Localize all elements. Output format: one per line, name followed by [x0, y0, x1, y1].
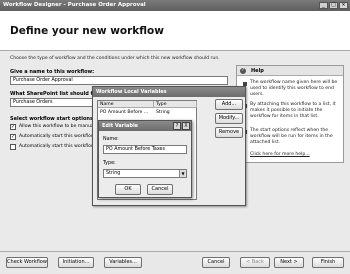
next-button[interactable]: Next >	[274, 257, 304, 268]
help-paragraph: By attaching this workflow to a list, it…	[250, 102, 336, 119]
option-label: Automatically start this workflow	[19, 144, 95, 149]
maximize-button[interactable]: □	[329, 2, 338, 9]
more-help-link[interactable]: Click here for more help...	[250, 152, 310, 157]
chevron-down-icon[interactable]: ▼	[179, 170, 186, 177]
name-label: Name:	[103, 137, 119, 142]
type-select[interactable]: String ▼	[103, 169, 187, 178]
list-select[interactable]: Purchase Orders	[10, 98, 94, 107]
workflow-name-input[interactable]: Purchase Order Approval	[10, 76, 228, 85]
option-checkbox[interactable]: ✓	[10, 124, 16, 130]
type-value: String	[106, 171, 121, 176]
start-options-label: Select workflow start options fo	[10, 116, 101, 122]
name-label: Give a name to this workflow:	[10, 69, 95, 75]
cancel-button[interactable]: Cancel	[202, 257, 230, 268]
option-checkbox[interactable]: ✓	[10, 134, 16, 140]
type-label: Type:	[103, 161, 116, 166]
dialog-title: Workflow Local Variables	[93, 87, 245, 97]
back-button[interactable]: < Back	[240, 257, 270, 268]
intro-text: Choose the type of workflow and the cond…	[10, 56, 220, 61]
ok-button[interactable]: OK	[115, 184, 141, 195]
initiation-button[interactable]: Initiation...	[58, 257, 94, 268]
modify-button[interactable]: Modify...	[215, 113, 243, 124]
close-button[interactable]: ×	[339, 2, 348, 9]
help-paragraph: The workflow name given here will be use…	[250, 80, 338, 97]
help-title: Help	[251, 68, 264, 74]
variable-name-cell[interactable]: PO Amount Before ...	[100, 110, 148, 115]
variables-button[interactable]: Variables...	[104, 257, 142, 268]
cancel-button[interactable]: Cancel	[147, 184, 173, 195]
variable-name-input[interactable]: PO Amount Before Taxes	[103, 145, 187, 154]
column-header-type[interactable]: Type	[154, 101, 197, 108]
remove-button[interactable]: Remove	[215, 127, 243, 138]
finish-button[interactable]: Finish	[312, 257, 344, 268]
help-header: Help	[237, 66, 343, 76]
window-controls: _ □ ×	[319, 2, 348, 9]
window-title: Workflow Designer - Purchase Order Appro…	[3, 2, 146, 8]
help-icon: ?	[240, 68, 246, 74]
help-button[interactable]: ?	[173, 122, 181, 130]
option-label: Automatically start this workflow	[19, 134, 95, 139]
help-paragraph: The start options reflect when the workf…	[250, 128, 333, 145]
variable-type-cell[interactable]: String	[156, 110, 170, 115]
column-header-name[interactable]: Name	[98, 101, 154, 108]
edit-variable-dialog: Edit Variable ? X Name: PO Amount Before…	[98, 120, 192, 198]
window-titlebar: Workflow Designer - Purchase Order Appro…	[0, 0, 350, 11]
check-workflow-button[interactable]: Check Workflow	[6, 257, 48, 268]
add-button[interactable]: Add...	[215, 99, 243, 110]
option-checkbox[interactable]	[10, 144, 16, 150]
help-pane: Help ? The workflow name given here will…	[236, 65, 344, 163]
close-icon[interactable]: X	[182, 122, 190, 130]
page-header: Define your new workflow	[0, 11, 350, 51]
option-label: Allow this workflow to be manuall	[19, 124, 97, 129]
page-title: Define your new workflow	[10, 25, 164, 37]
minimize-button[interactable]: _	[319, 2, 328, 9]
list-label: What SharePoint list should this	[10, 91, 102, 97]
